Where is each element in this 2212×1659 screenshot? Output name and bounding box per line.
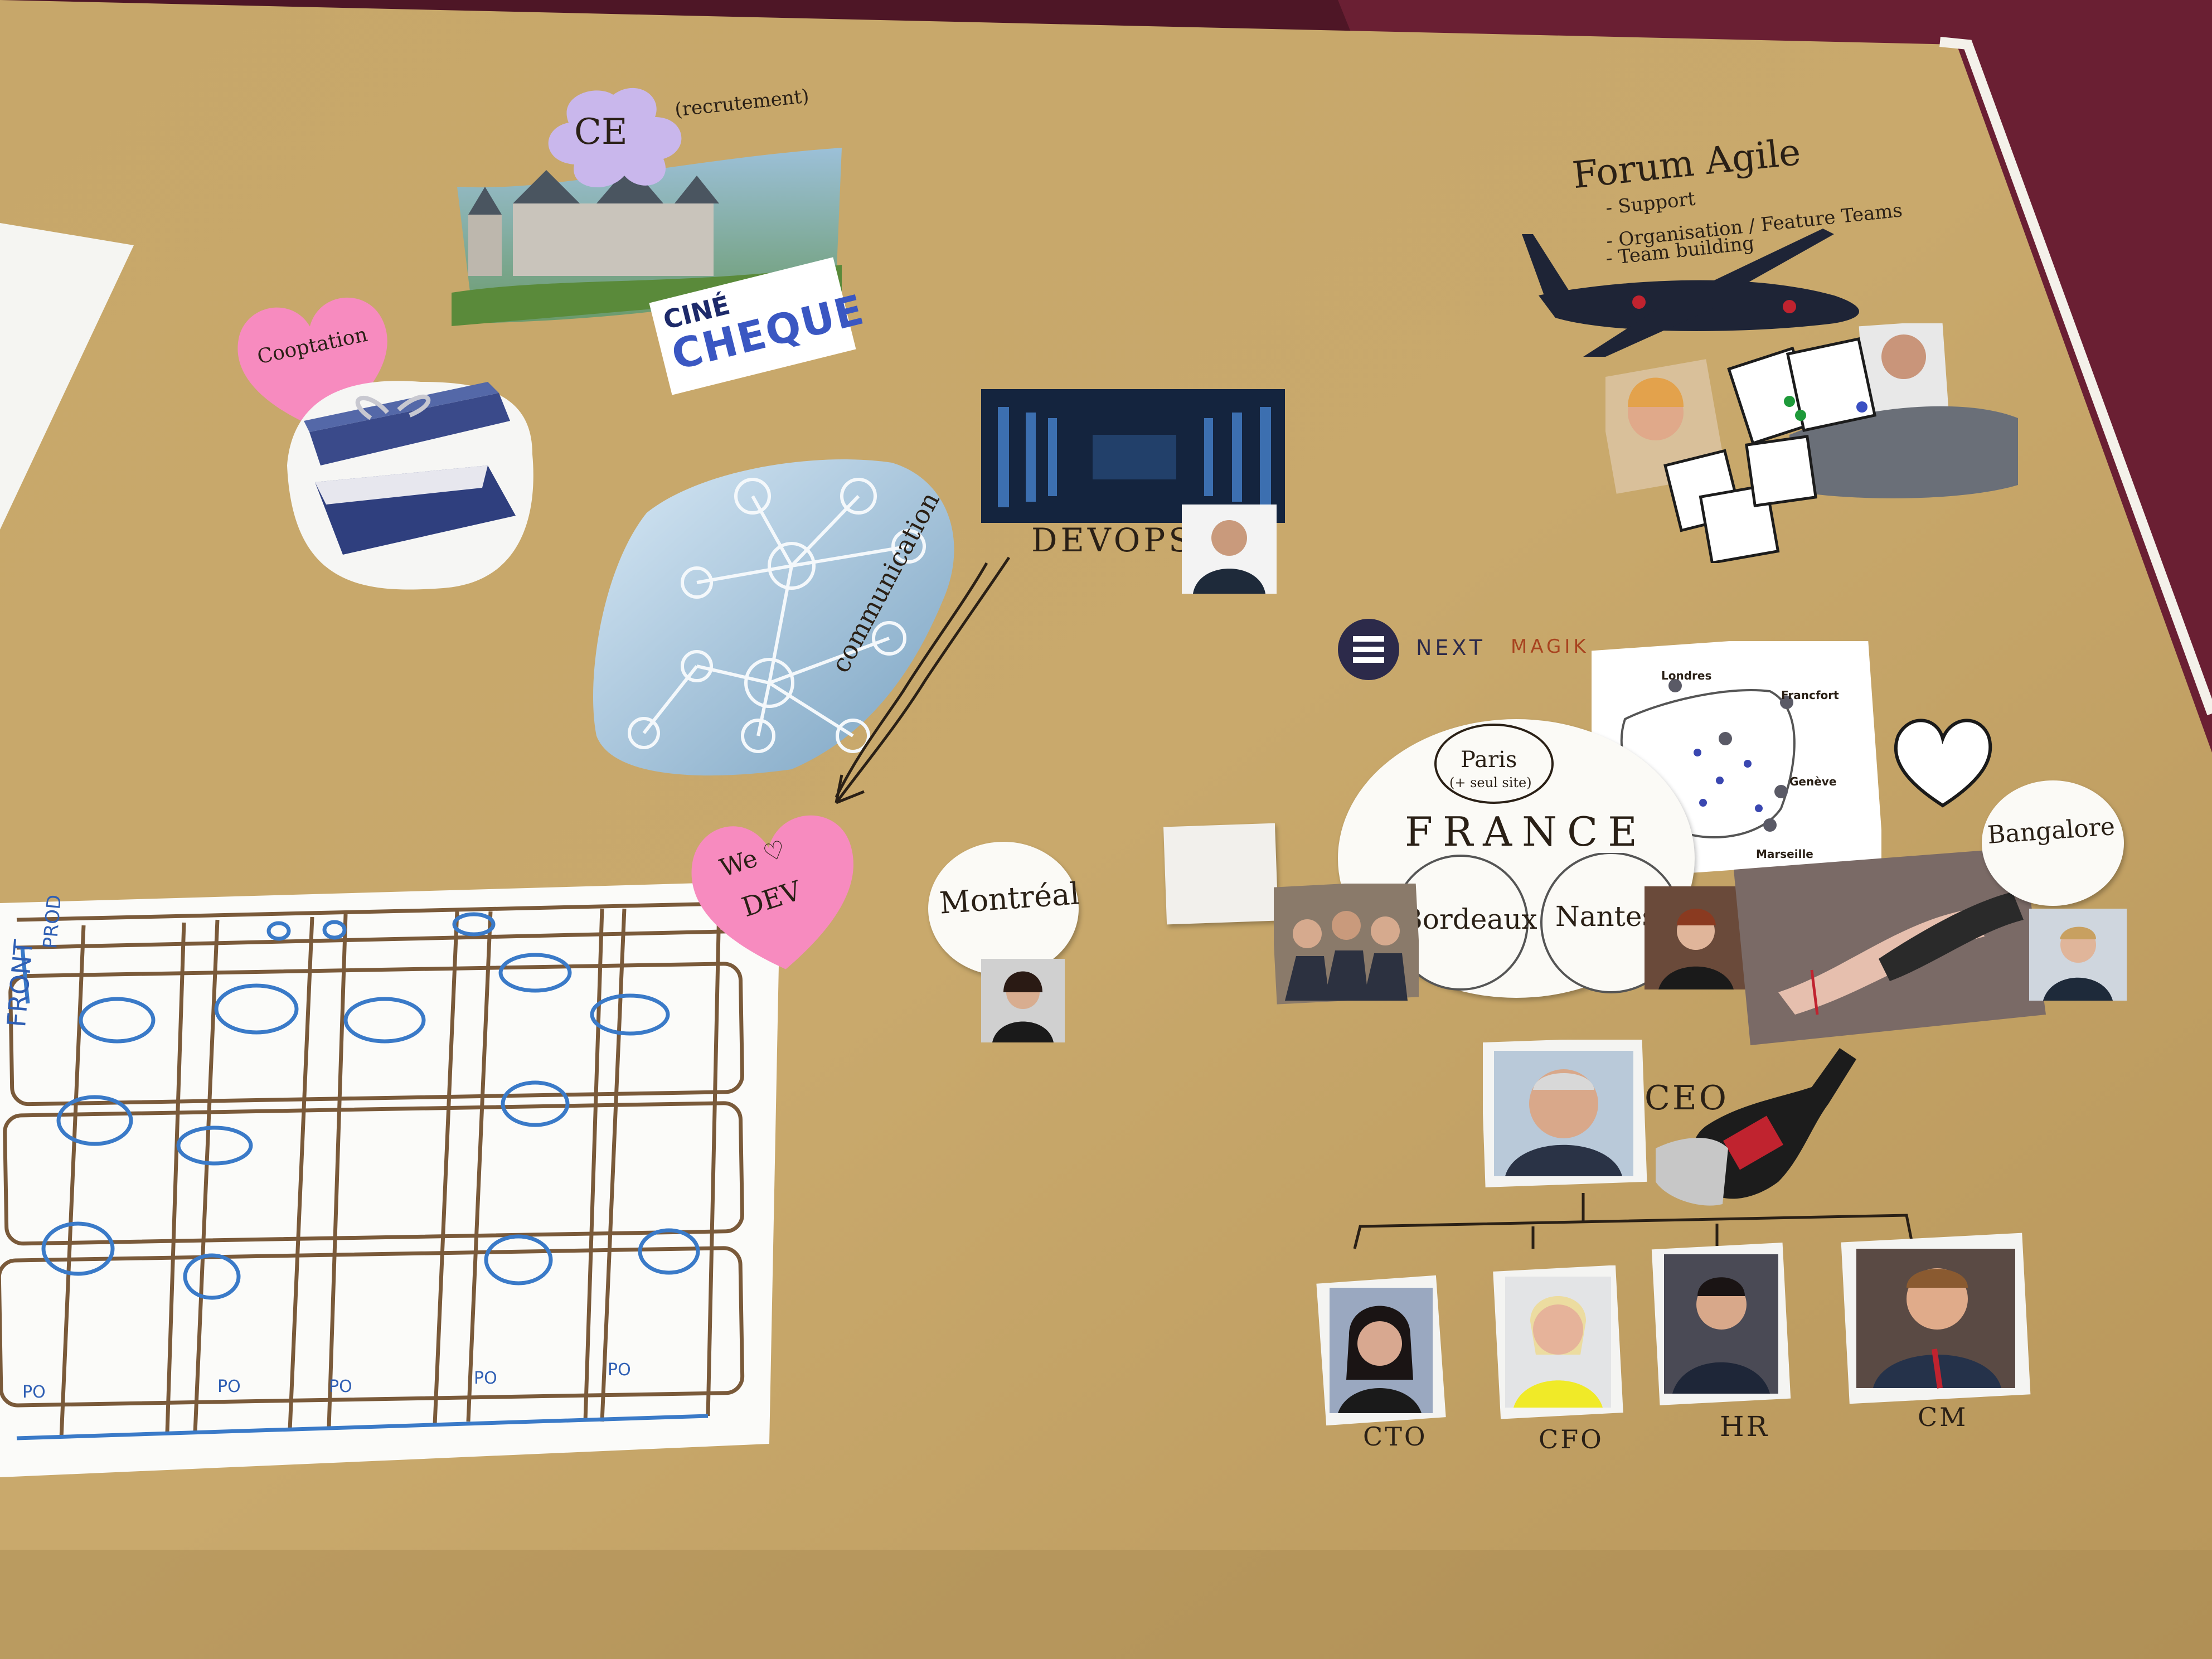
ce-label: CE [574, 111, 628, 153]
brand-magik: MAGIK [1511, 636, 1589, 658]
gift-box-cutout [287, 381, 533, 590]
cm-portrait [1841, 1233, 2031, 1404]
org-chart-lines [1353, 1193, 1914, 1249]
blank-card [1163, 823, 1278, 925]
board-po-label: PO [217, 1377, 241, 1396]
champagne-hand-cutout [1656, 1048, 1856, 1206]
cfo-portrait [1493, 1265, 1623, 1419]
group-portrait-photo [1274, 884, 1419, 1005]
team-building-collage [1605, 323, 2018, 563]
cfo-label: CFO [1539, 1424, 1604, 1454]
kanban-board-drawing [0, 881, 780, 1477]
brand-next: NEXT [1416, 636, 1486, 660]
bordeaux-label: Bordeaux [1402, 903, 1537, 935]
hr-label: HR [1720, 1410, 1770, 1443]
board-po-label: PO [474, 1369, 497, 1388]
france-label: FRANCE [1405, 808, 1647, 855]
map-city: Genève [1789, 775, 1837, 788]
cto-label: CTO [1363, 1422, 1428, 1452]
map-city: Francfort [1781, 688, 1839, 702]
board-po-label: PO [329, 1377, 352, 1396]
cto-portrait [1316, 1275, 1446, 1426]
montreal-portrait [981, 959, 1065, 1042]
board-po-label: PO [22, 1382, 46, 1402]
communication-arrow [835, 556, 1011, 804]
map-city: Londres [1661, 669, 1712, 682]
devops-portrait [1182, 505, 1277, 594]
board-label-prod: PROD [39, 894, 66, 950]
next-magik-logo-icon [1338, 619, 1399, 680]
cm-label: CM [1918, 1402, 1968, 1432]
paris-label: Paris [1461, 747, 1517, 773]
devops-label: DEVOPS [1031, 521, 1195, 559]
photo-scene: FRONT PROD PO PO PO PO PO We ♡ DEV Coopt… [0, 0, 2212, 1659]
heart-cutout [1894, 719, 1992, 808]
bangalore-portrait [2029, 909, 2127, 1001]
nantes-label: Nantes [1555, 900, 1657, 933]
board-po-label: PO [608, 1360, 631, 1380]
hr-portrait [1651, 1243, 1791, 1405]
ceo-portrait [1483, 1040, 1647, 1187]
nantes-portrait [1645, 886, 1748, 989]
paris-note: (+ seul site) [1449, 775, 1532, 790]
